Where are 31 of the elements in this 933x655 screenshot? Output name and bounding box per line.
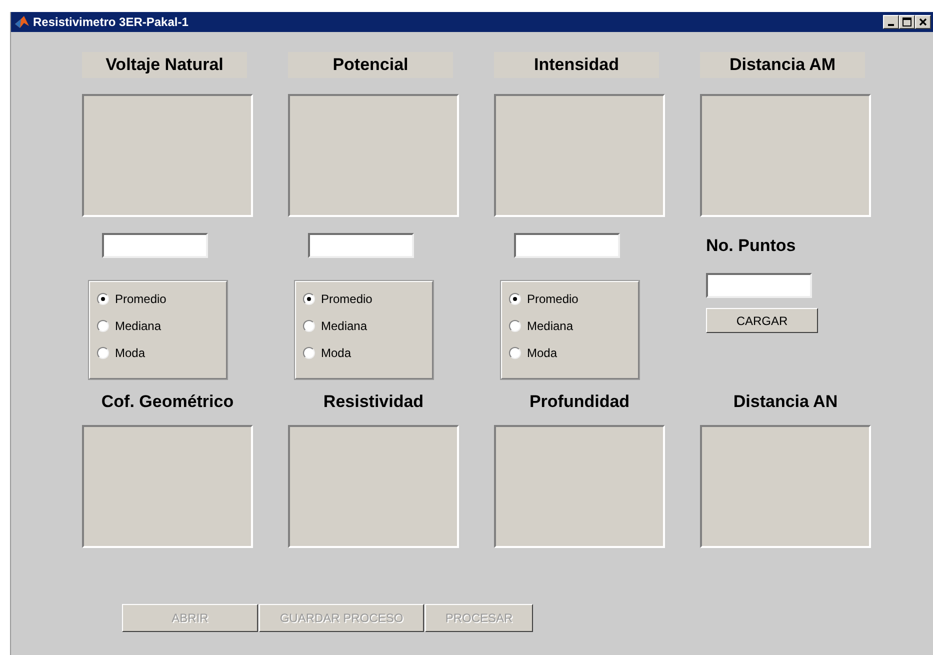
close-icon [918,17,928,27]
radio-option[interactable]: Mediana [97,318,162,334]
maximize-button[interactable] [899,15,915,29]
radio-option[interactable]: Promedio [509,291,578,307]
panel-label: Resistividad [322,391,425,413]
app-icon [14,14,30,30]
panel-label: Distancia AN [732,391,839,413]
panel-label: Distancia AM [700,52,865,78]
input-field[interactable] [308,233,414,258]
minimize-button[interactable] [883,15,899,29]
radio-option[interactable]: Moda [509,345,558,361]
radio-option[interactable]: Moda [97,345,146,361]
radio-option[interactable]: Mediana [509,318,574,334]
load-button[interactable]: CARGAR [706,308,818,333]
points-label: No. Puntos [706,235,796,257]
minimize-icon [888,24,894,26]
radio-option[interactable]: Mediana [303,318,368,334]
points-field[interactable] [706,273,812,298]
close-button[interactable] [915,15,931,29]
panel-label: Voltaje Natural [82,52,247,78]
radio-option[interactable]: Moda [303,345,352,361]
radio-option[interactable]: Promedio [303,291,372,307]
input-field[interactable] [514,233,620,258]
maximize-icon [902,17,912,27]
panel-label: Cof. Geométrico [100,391,235,413]
panel-label: Profundidad [528,391,631,413]
input-field[interactable] [102,233,208,258]
radio-option[interactable]: Promedio [97,291,166,307]
panel-label: Intensidad [494,52,659,78]
panel-label: Potencial [288,52,453,78]
window-title: Resistivimetro 3ER-Pakal-1 [33,15,190,29]
